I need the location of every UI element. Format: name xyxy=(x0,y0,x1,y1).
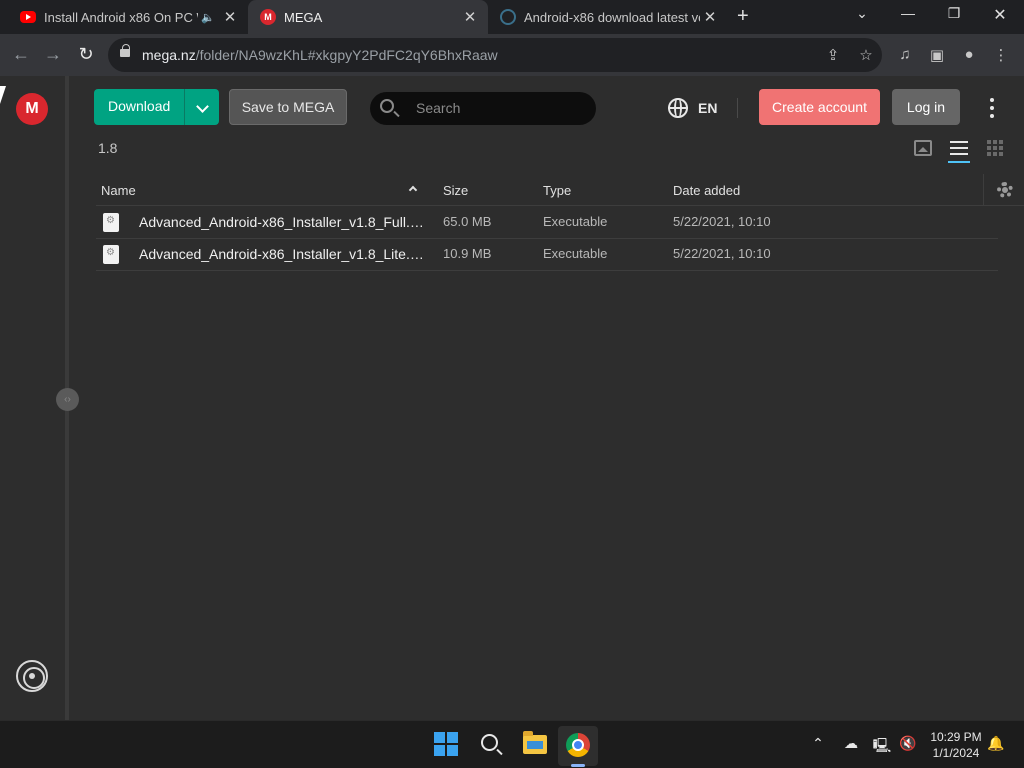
chrome-active-indicator xyxy=(571,764,585,767)
file-size: 65.0 MB xyxy=(443,214,492,229)
browser-toolbar: ← → ↻ mega.nz/folder/NA9wzKhL#xkgpyY2PdF… xyxy=(0,34,1024,76)
create-account-button[interactable]: Create account xyxy=(759,89,880,125)
file-name[interactable]: Advanced_Android-x86_Installer_v1.8_Full… xyxy=(139,214,429,230)
windows-taskbar: ⌃ ☁ 🖳 🔇 10:29 PM 1/1/2024 🔔 xyxy=(0,720,1024,768)
list-view-icon[interactable] xyxy=(950,140,968,156)
column-header-name[interactable]: Name xyxy=(101,183,136,198)
minimize-icon[interactable]: — xyxy=(898,5,918,21)
taskbar-search-icon[interactable] xyxy=(481,734,498,751)
mega-logo-icon[interactable]: M xyxy=(16,93,48,125)
globe-icon xyxy=(500,9,516,25)
language-selector[interactable]: EN xyxy=(668,98,717,118)
system-clock[interactable]: 10:29 PM 1/1/2024 xyxy=(924,729,988,761)
sort-ascending-icon[interactable] xyxy=(408,185,418,195)
panel-resize-handle-icon[interactable]: ‹› xyxy=(56,388,79,411)
tab-mega[interactable]: M MEGA ✕ xyxy=(248,0,488,34)
mega-icon: M xyxy=(260,9,276,25)
share-icon[interactable]: ⇪ xyxy=(823,46,843,64)
list-view-active-indicator xyxy=(948,161,970,163)
header-divider xyxy=(737,98,738,118)
thumbnail-view-icon[interactable] xyxy=(914,140,932,156)
search-box xyxy=(370,92,596,125)
url-text[interactable]: mega.nz/folder/NA9wzKhL#xkgpyY2PdFC2qY6B… xyxy=(142,47,498,63)
chrome-menu-icon[interactable]: ⋮ xyxy=(991,46,1011,64)
mouse-cursor-icon xyxy=(0,86,12,104)
mega-page: M ‹› Download Save to MEGA EN Create acc… xyxy=(0,76,1024,720)
column-header-date-added[interactable]: Date added xyxy=(673,183,740,198)
mega-sync-icon[interactable] xyxy=(16,660,48,692)
tab-android-x86[interactable]: Android-x86 download latest ver ✕ xyxy=(488,0,728,34)
speaker-icon[interactable]: 🔈 xyxy=(198,11,218,24)
clock-date: 1/1/2024 xyxy=(932,746,980,760)
folder-breadcrumb: 1.8 xyxy=(98,140,118,156)
youtube-icon xyxy=(20,11,36,23)
tab-title: MEGA xyxy=(284,9,323,25)
more-options-icon[interactable] xyxy=(982,96,1002,120)
table-row[interactable]: Advanced_Android-x86_Installer_v1.8_Lite… xyxy=(96,239,998,271)
download-label: Download xyxy=(108,98,171,114)
search-input[interactable] xyxy=(416,98,586,118)
file-date: 5/22/2021, 10:10 xyxy=(673,246,771,261)
media-controls-icon[interactable]: ♫ xyxy=(895,46,915,63)
close-tab-icon[interactable]: ✕ xyxy=(700,8,720,26)
file-type: Executable xyxy=(543,246,608,261)
tab-search-icon[interactable]: ⌄ xyxy=(852,5,872,22)
lock-icon[interactable] xyxy=(120,44,130,57)
language-code: EN xyxy=(698,100,718,116)
notification-bell-icon[interactable]: 🔔 xyxy=(986,735,1006,752)
tab-title: Install Android x86 On PC W xyxy=(44,9,198,25)
address-bar[interactable]: mega.nz/folder/NA9wzKhL#xkgpyY2PdFC2qY6B… xyxy=(108,38,882,72)
column-header-type[interactable]: Type xyxy=(543,183,571,198)
profile-icon[interactable]: ● xyxy=(959,46,979,63)
file-date: 5/22/2021, 10:10 xyxy=(673,214,771,229)
network-icon[interactable]: 🖳 xyxy=(872,735,892,759)
side-panel-icon[interactable]: ▣ xyxy=(927,46,947,64)
show-hidden-icons-chevron-up-icon[interactable]: ⌃ xyxy=(808,735,828,752)
browser-tab-strip: Install Android x86 On PC W 🔈 ✕ M MEGA ✕… xyxy=(0,0,1024,34)
executable-file-icon xyxy=(103,245,119,264)
new-tab-icon[interactable]: + xyxy=(737,5,749,28)
close-tab-icon[interactable]: ✕ xyxy=(220,8,240,26)
restore-icon[interactable]: ❐ xyxy=(944,5,964,22)
file-explorer-icon[interactable] xyxy=(523,731,547,754)
login-button[interactable]: Log in xyxy=(892,89,960,125)
file-name[interactable]: Advanced_Android-x86_Installer_v1.8_Lite… xyxy=(139,246,429,262)
volume-muted-icon[interactable]: 🔇 xyxy=(898,735,918,752)
executable-file-icon xyxy=(103,213,119,232)
clock-time: 10:29 PM xyxy=(930,730,982,744)
column-settings xyxy=(983,174,1024,206)
reload-icon[interactable]: ↻ xyxy=(75,44,97,65)
file-size: 10.9 MB xyxy=(443,246,492,261)
close-tab-icon[interactable]: ✕ xyxy=(460,8,480,26)
chrome-icon[interactable] xyxy=(566,733,590,757)
gear-icon[interactable] xyxy=(997,182,1013,198)
file-table-header: Name Size Type Date added xyxy=(96,174,1024,206)
table-row[interactable]: Advanced_Android-x86_Installer_v1.8_Full… xyxy=(96,207,998,239)
save-to-mega-button[interactable]: Save to MEGA xyxy=(229,89,347,125)
download-button[interactable]: Download xyxy=(94,89,219,125)
tab-youtube[interactable]: Install Android x86 On PC W 🔈 ✕ xyxy=(0,0,248,34)
onedrive-icon[interactable]: ☁ xyxy=(841,735,861,752)
close-window-icon[interactable]: ✕ xyxy=(990,5,1010,25)
windows-start-icon[interactable] xyxy=(434,730,464,760)
forward-icon[interactable]: → xyxy=(42,44,64,65)
column-header-size[interactable]: Size xyxy=(443,183,468,198)
tab-title: Android-x86 download latest ver xyxy=(524,9,700,25)
grid-view-icon[interactable] xyxy=(987,140,1005,156)
search-icon xyxy=(380,99,394,113)
globe-icon xyxy=(668,98,688,118)
bookmark-star-icon[interactable]: ☆ xyxy=(856,46,876,64)
download-options-chevron-down-icon[interactable] xyxy=(185,89,219,125)
back-icon[interactable]: ← xyxy=(10,44,32,65)
file-type: Executable xyxy=(543,214,608,229)
